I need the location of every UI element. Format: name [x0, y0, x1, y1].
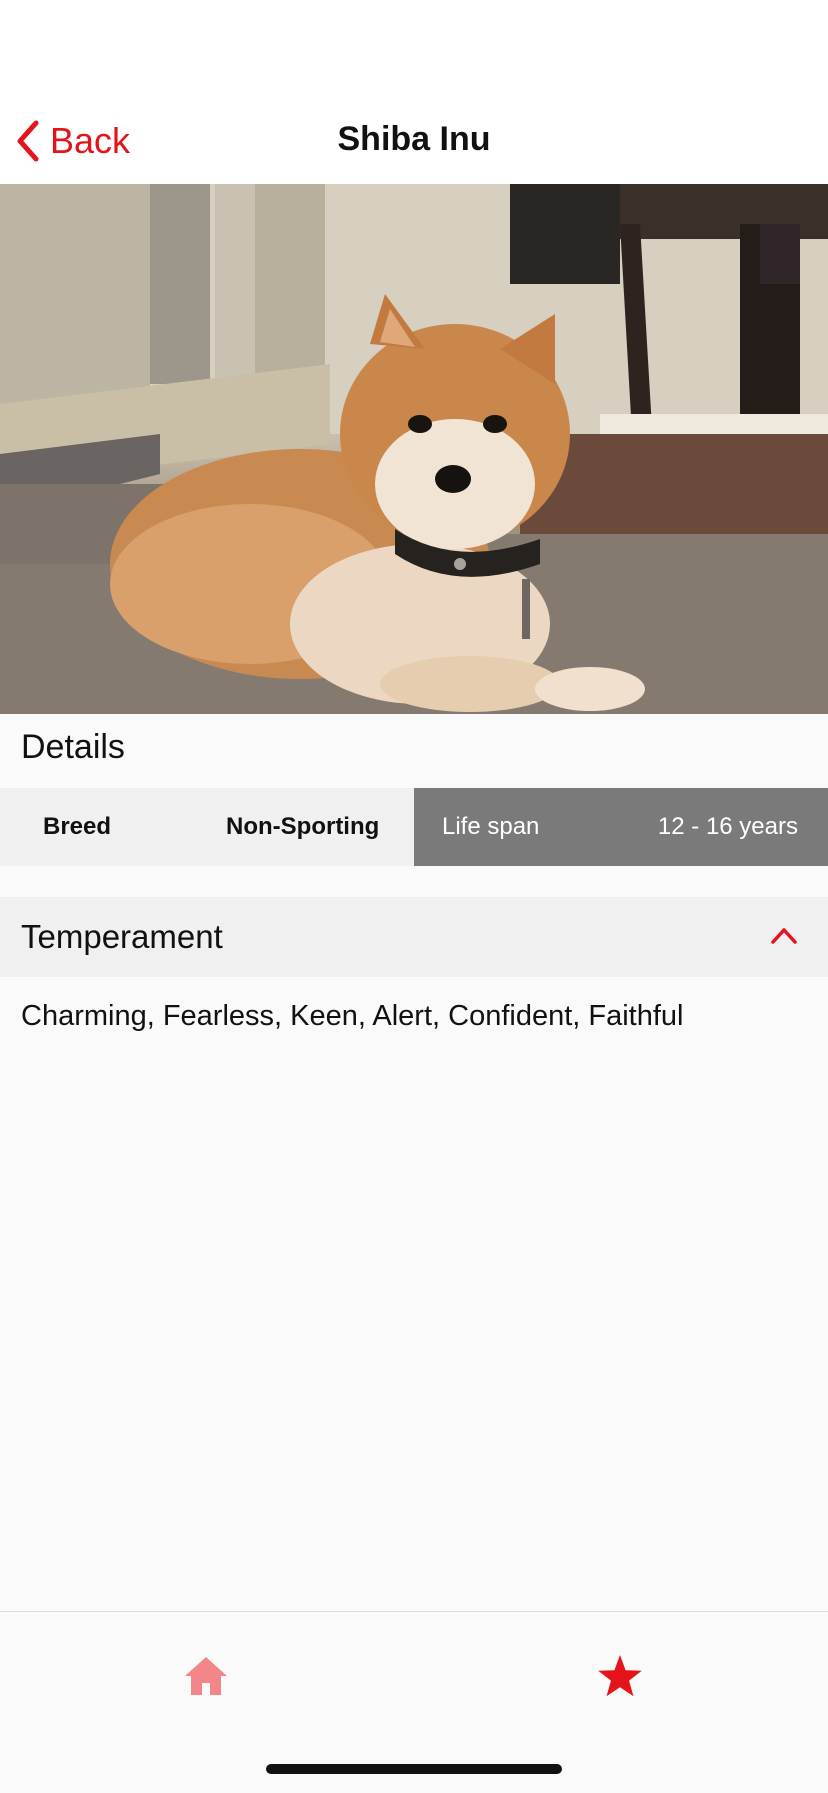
temperament-heading: Temperament — [21, 918, 223, 955]
life-span-info: Life span 12 - 16 years — [414, 788, 828, 866]
temperament-accordion-header[interactable]: Temperament — [0, 897, 828, 977]
details-strip: Breed Non-Sporting Life span 12 - 16 yea… — [0, 788, 828, 866]
breed-photo — [0, 184, 828, 714]
tab-favorites[interactable] — [580, 1648, 660, 1708]
home-icon — [183, 1655, 229, 1702]
page-title: Shiba Inu — [337, 120, 491, 158]
breed-value: Non-Sporting — [226, 813, 380, 840]
life-span-value: 12 - 16 years — [657, 813, 798, 840]
temperament-text: Charming, Fearless, Keen, Alert, Confide… — [21, 1000, 684, 1032]
details-heading: Details — [21, 728, 125, 766]
home-indicator — [266, 1764, 562, 1774]
life-span-label: Life span — [442, 813, 540, 840]
star-icon — [597, 1654, 643, 1703]
breed-info: Breed Non-Sporting — [0, 788, 414, 866]
chevron-up-icon — [770, 925, 798, 950]
status-bar-area — [0, 0, 828, 100]
tab-home[interactable] — [166, 1648, 246, 1708]
navigation-bar: Back Shiba Inu — [0, 100, 828, 184]
breed-label: Breed — [43, 813, 112, 840]
